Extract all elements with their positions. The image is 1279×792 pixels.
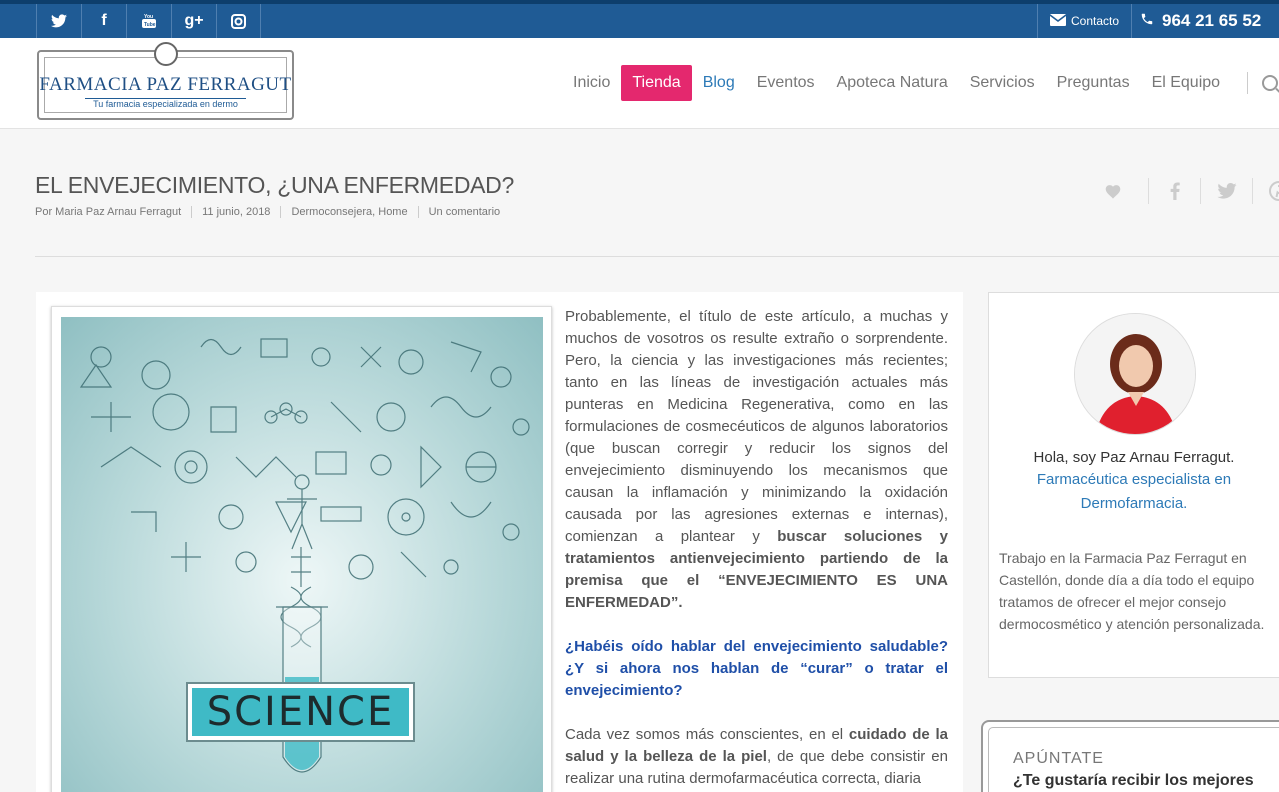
share-bar: [1098, 178, 1279, 204]
paragraph-text: Probablemente, el título de este artícul…: [565, 308, 948, 545]
newsletter-kicker: APÚNTATE: [1013, 750, 1104, 767]
newsletter-box: APÚNTATE ¿Te gustaría recibir los mejore…: [981, 720, 1279, 792]
envelope-icon: [1049, 13, 1067, 29]
article-paragraph: Probablemente, el título de este artícul…: [565, 306, 948, 614]
paragraph-text: Cada vez somos más conscientes, en el: [565, 726, 849, 743]
pinterest-share-icon[interactable]: [1252, 178, 1279, 204]
nav-separator: [1247, 72, 1249, 94]
science-label: SCIENCE: [188, 684, 413, 740]
nav-item-tienda[interactable]: Tienda: [621, 65, 692, 101]
facebook-icon[interactable]: f: [81, 4, 126, 38]
svg-text:Tube: Tube: [144, 22, 156, 28]
article-body: SCIENCE Probablemente, el título de este…: [36, 292, 963, 792]
science-illustration[interactable]: SCIENCE: [61, 317, 543, 792]
author-card: Hola, soy Paz Arnau Ferragut. Farmacéuti…: [988, 292, 1279, 678]
heart-icon[interactable]: [1098, 178, 1128, 204]
nav-item-preguntas[interactable]: Preguntas: [1046, 65, 1141, 101]
contact-link[interactable]: Contacto: [1037, 4, 1132, 38]
newsletter-title: ¿Te gustaría recibir los mejores: [1013, 772, 1254, 789]
title-divider: [35, 256, 1279, 257]
post-comments[interactable]: Un comentario: [417, 206, 511, 218]
author-avatar: [1074, 313, 1196, 435]
nav-item-apoteca-natura[interactable]: Apoteca Natura: [826, 65, 959, 101]
site-header: FARMACIA PAZ FERRAGUT Tu farmacia especi…: [0, 38, 1279, 129]
instagram-icon[interactable]: [216, 4, 261, 38]
phone-number: 964 21 65 52: [1162, 11, 1262, 30]
nav-item-servicios[interactable]: Servicios: [959, 65, 1046, 101]
contact-label: Contacto: [1070, 14, 1120, 28]
social-links: f You Tube g+: [36, 4, 261, 38]
nav-item-inicio[interactable]: Inicio: [562, 65, 621, 101]
site-logo[interactable]: FARMACIA PAZ FERRAGUT Tu farmacia especi…: [37, 42, 294, 120]
google-plus-icon[interactable]: g+: [171, 4, 216, 38]
post-title: EL ENVEJECIMIENTO, ¿UNA ENFERMEDAD?: [35, 172, 514, 198]
logo-tagline: Tu farmacia especializada en dermo: [93, 99, 238, 109]
post-categories[interactable]: Dermoconsejera, Home: [280, 206, 417, 218]
post-meta: Por Maria Paz Arnau Ferragut 11 junio, 2…: [35, 206, 510, 218]
twitter-icon[interactable]: [36, 4, 81, 38]
article-question: ¿Habéis oído hablar del envejecimiento s…: [565, 638, 948, 699]
main-nav: Inicio Tienda Blog Eventos Apoteca Natur…: [562, 65, 1279, 101]
svg-text:You: You: [144, 14, 153, 20]
nav-item-el-equipo[interactable]: El Equipo: [1141, 65, 1232, 101]
article-paragraph: Cada vez somos más conscientes, en el cu…: [565, 724, 948, 790]
nav-item-eventos[interactable]: Eventos: [746, 65, 826, 101]
logo-ornament-icon: [154, 42, 178, 66]
author-role[interactable]: Farmacéutica especialista en Dermofarmac…: [989, 468, 1279, 516]
facebook-share-icon[interactable]: [1148, 178, 1200, 204]
author-bio: Trabajo en la Farmacia Paz Ferragut en C…: [999, 550, 1265, 632]
logo-title: FARMACIA PAZ FERRAGUT: [39, 74, 292, 95]
youtube-icon[interactable]: You Tube: [126, 4, 171, 38]
top-bar: f You Tube g+ Contacto 964 21 65 52: [0, 0, 1279, 38]
nav-item-blog[interactable]: Blog: [692, 65, 746, 101]
author-greeting: Hola, soy Paz Arnau Ferragut.: [1033, 449, 1235, 466]
post-author[interactable]: Por Maria Paz Arnau Ferragut: [35, 206, 191, 218]
twitter-share-icon[interactable]: [1200, 178, 1252, 204]
post-date: 11 junio, 2018: [191, 206, 280, 218]
phone-icon: [1140, 11, 1154, 31]
article-text: Probablemente, el título de este artícul…: [565, 306, 948, 792]
phone-link[interactable]: 964 21 65 52: [1140, 4, 1261, 38]
article-image-frame: SCIENCE: [51, 306, 552, 792]
search-icon[interactable]: [1262, 75, 1279, 91]
